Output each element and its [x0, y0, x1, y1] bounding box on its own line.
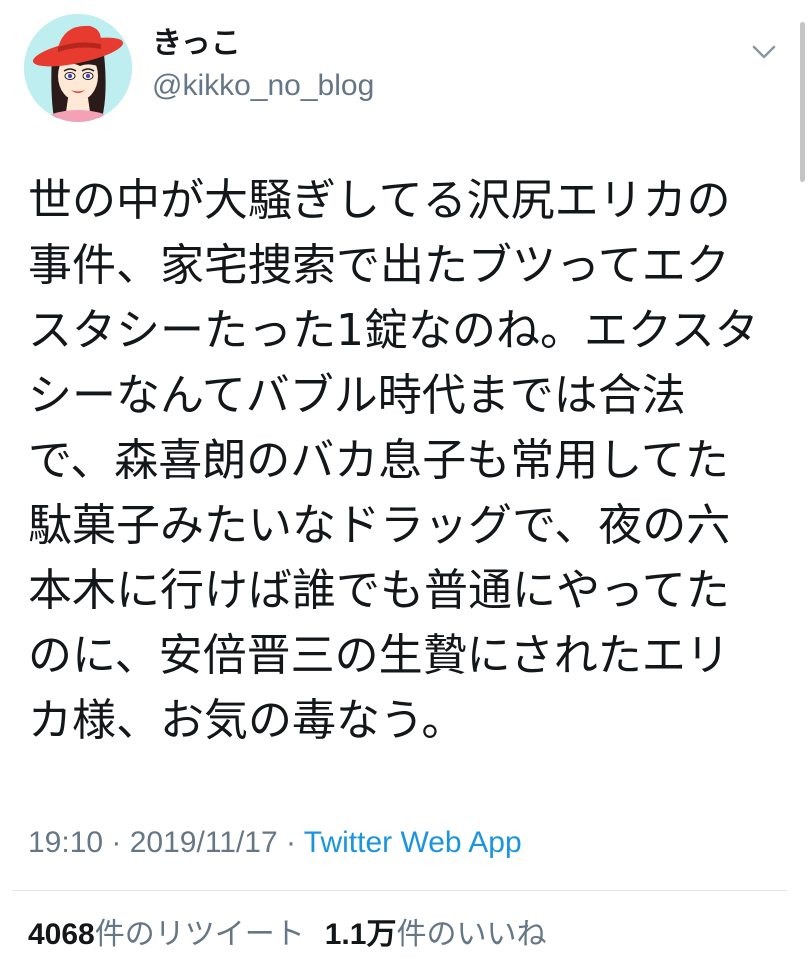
- tweet-text: 世の中が大騒ぎしてる沢尻エリカの事件、家宅捜索で出たブツってエクスタシーたった1…: [28, 175, 759, 746]
- tweet-time[interactable]: 19:10: [28, 826, 103, 859]
- tweet-detail: きっこ @kikko_no_blog 世の中が大騒ぎしてる沢尻エリカの事件、家宅…: [0, 0, 812, 972]
- divider: [12, 890, 787, 891]
- likes-count: 1.1万: [324, 918, 397, 951]
- user-handle[interactable]: @kikko_no_blog: [152, 68, 374, 104]
- avatar[interactable]: [24, 14, 132, 122]
- chevron-down-icon[interactable]: [748, 38, 780, 66]
- display-name[interactable]: きっこ: [152, 26, 241, 62]
- retweets-stat[interactable]: 4068件のリツイート: [28, 917, 305, 952]
- retweets-label: 件のリツイート: [94, 917, 305, 952]
- tweet-source-link[interactable]: Twitter Web App: [304, 826, 522, 859]
- scrollbar[interactable]: [800, 22, 805, 182]
- likes-stat[interactable]: 1.1万件のいいね: [325, 917, 547, 952]
- meta-separator: ·: [277, 826, 304, 859]
- meta-separator: ·: [103, 826, 130, 859]
- avatar-illustration: [24, 14, 132, 122]
- likes-label: 件のいいね: [396, 917, 547, 952]
- retweets-count: 4068: [28, 918, 95, 951]
- tweet-date[interactable]: 2019/11/17: [130, 826, 278, 859]
- tweet-meta: 19:10 · 2019/11/17 · Twitter Web App: [28, 824, 522, 862]
- tweet-stats: 4068件のリツイート 1.1万件のいいね: [28, 915, 546, 955]
